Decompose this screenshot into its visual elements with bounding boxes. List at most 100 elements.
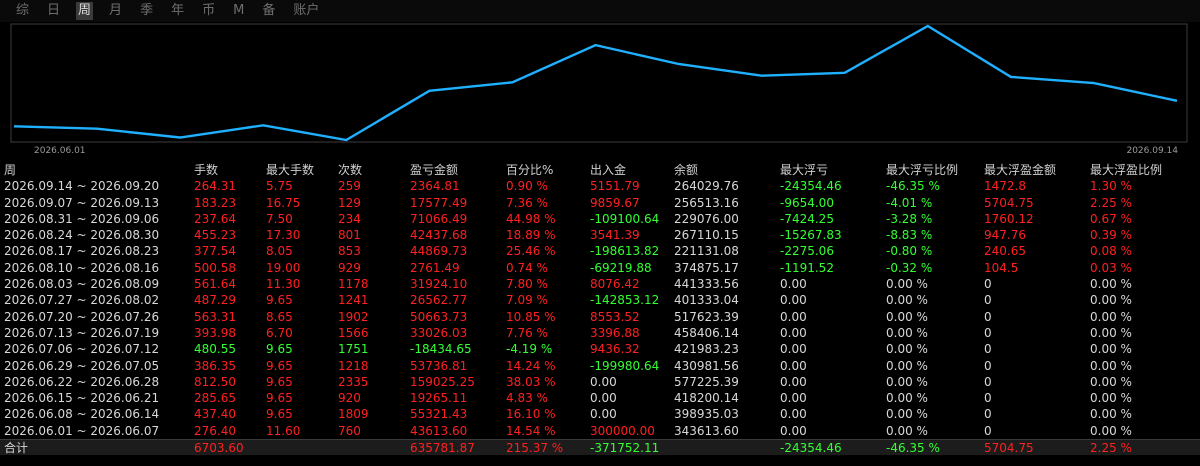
table-row-cell: 0.00 (780, 423, 807, 438)
table-total-row-cell: 635781.87 (410, 441, 475, 456)
table-header-cell: 最大浮盈金额 (984, 163, 1057, 177)
table-row-cell: 0.00 % (1090, 309, 1132, 324)
table-row-cell: 343613.60 (674, 423, 739, 438)
table-row-cell: 2026.06.08 ~ 2026.06.14 (4, 407, 160, 422)
table-row-cell: 1218 (338, 358, 369, 373)
table-row-cell: 418200.14 (674, 391, 739, 406)
table-row-cell: 480.55 (194, 342, 236, 357)
table-row-cell: 0.00 (780, 325, 807, 340)
table-row-cell: 929 (338, 260, 361, 275)
table-row-cell: 0.00 % (886, 423, 928, 438)
table-row-cell: 9.65 (266, 391, 293, 406)
table-total-row-cell: 6703.60 (194, 441, 244, 456)
table-row-cell: 0.00 % (1090, 325, 1132, 340)
table-row-cell: 0.00 % (886, 358, 928, 373)
table-row-cell: 7.76 % (506, 325, 548, 340)
table-row-cell: -4.01 % (886, 195, 933, 210)
table-row-cell: -198613.82 (590, 244, 660, 259)
table-row-cell: 71066.49 (410, 211, 468, 226)
table-row-cell: 8553.52 (590, 309, 640, 324)
table-row-cell: 2026.07.13 ~ 2026.07.19 (4, 325, 160, 340)
bottom-strip (0, 462, 1200, 466)
table-row-cell: 33026.03 (410, 325, 468, 340)
table-row-cell: 5.75 (266, 179, 293, 194)
table-header: 周 手数 最大手数 次数 盈亏金额 百分比% 出入金 余额 最大浮亏 最大浮亏比例 最大浮盈金额 最大… (0, 162, 1200, 178)
table-row: 2026.07.13 ~ 2026.07.19 393.98 6.70 1566 330… (0, 325, 1200, 341)
table-header-cell: 最大浮亏 (780, 163, 829, 177)
table-row-cell: 2026.08.31 ~ 2026.09.06 (4, 211, 160, 226)
tab-7[interactable]: M (231, 2, 246, 20)
table-row-cell: 6.70 (266, 325, 293, 340)
table-row-cell: 0.00 % (1090, 407, 1132, 422)
table-row-cell: 5704.75 (984, 195, 1034, 210)
table-row-cell: -0.32 % (886, 260, 933, 275)
table-row-cell: -109100.64 (590, 211, 660, 226)
table-row-cell: 2026.07.06 ~ 2026.07.12 (4, 342, 160, 357)
tab-1[interactable]: 日 (45, 2, 62, 20)
table-row-cell: 2026.06.01 ~ 2026.06.07 (4, 423, 160, 438)
table-row-cell: 42437.68 (410, 228, 468, 243)
table-row-cell: 430981.56 (674, 358, 739, 373)
tab-4[interactable]: 季 (138, 2, 155, 20)
table-row-cell: 19265.11 (410, 391, 468, 406)
table-row-cell: 421983.23 (674, 342, 739, 357)
table-header-cell: 出入金 (590, 163, 627, 177)
period-tab-bar: 综日周月季年币 M 备账户 (0, 0, 1200, 22)
table-row-cell: 853 (338, 244, 361, 259)
table-row-cell: -15267.83 (780, 228, 842, 243)
table-total-row-cell: 215.37 % (506, 441, 564, 456)
table-total-row-cell: 合计 (4, 441, 29, 456)
table-row-cell: 9.65 (266, 407, 293, 422)
balance-series-line (13, 24, 1178, 142)
table-row-cell: 53736.81 (410, 358, 468, 373)
table-row-cell: 2335 (338, 374, 369, 389)
table-row-cell: 55321.43 (410, 407, 468, 422)
table-row-cell: 801 (338, 228, 361, 243)
table-row-cell: 16.75 (266, 195, 301, 210)
table-row-cell: -8.83 % (886, 228, 933, 243)
table-row: 2026.07.20 ~ 2026.07.26 563.31 8.65 1902 506… (0, 309, 1200, 325)
table-row-cell: 2761.49 (410, 260, 460, 275)
table-row-cell: -199980.64 (590, 358, 660, 373)
chart-frame (10, 23, 1188, 143)
table-row-cell: 129 (338, 195, 361, 210)
table-row-cell: 0.00 % (886, 407, 928, 422)
table-row-cell: 0.90 % (506, 179, 548, 194)
table-row-cell: 812.50 (194, 374, 236, 389)
tab-5[interactable]: 年 (169, 2, 186, 20)
balance-chart: 2026.06.01 2026.09.14 (0, 22, 1200, 156)
table-row-cell: -2275.06 (780, 244, 834, 259)
tab-6[interactable]: 币 (200, 2, 217, 20)
table-row: 2026.07.06 ~ 2026.07.12 480.55 9.65 1751 -18… (0, 341, 1200, 357)
tab-0[interactable]: 综 (14, 2, 31, 20)
table-row-cell: 38.03 % (506, 374, 556, 389)
table-row-cell: 26562.77 (410, 293, 468, 308)
table-row-cell: 8.65 (266, 309, 293, 324)
table-row-cell: 9436.32 (590, 342, 640, 357)
tab-2[interactable]: 周 (76, 2, 94, 20)
weekly-stats-table: 周 手数 最大手数 次数 盈亏金额 百分比% 出入金 余额 最大浮亏 最大浮亏比例 最大浮盈金额 最大… (0, 162, 1200, 456)
table-row-cell: 43613.60 (410, 423, 468, 438)
table-row-cell: 1902 (338, 309, 369, 324)
table-row-cell: -142853.12 (590, 293, 660, 308)
table-row-cell: 0.00 % (886, 325, 928, 340)
table-total-row-cell: -46.35 % (886, 441, 940, 456)
tab-9[interactable]: 账户 (291, 2, 321, 20)
table-row-cell: 0.00 (590, 407, 617, 422)
table-row-cell: 0 (984, 277, 992, 292)
table-row: 2026.08.10 ~ 2026.08.16 500.58 19.00 929 276… (0, 260, 1200, 276)
tab-3[interactable]: 月 (107, 2, 124, 20)
table-header-cell: 次数 (338, 163, 363, 177)
table-row-cell: 441333.56 (674, 277, 739, 292)
table-row-cell: 0.39 % (1090, 228, 1132, 243)
table-row-cell: 0.00 % (1090, 423, 1132, 438)
table-row-cell: 183.23 (194, 195, 236, 210)
table-row-cell: 0 (984, 391, 992, 406)
table-row-cell: 0 (984, 293, 992, 308)
table-row-cell: 517623.39 (674, 309, 739, 324)
tab-8[interactable]: 备 (260, 2, 277, 20)
x-tick-label-end: 2026.09.14 (1126, 146, 1178, 156)
table-total-row-cell: 2.25 % (1090, 441, 1132, 456)
table-row-cell: 276.40 (194, 423, 236, 438)
table-row: 2026.09.07 ~ 2026.09.13 183.23 16.75 129 175… (0, 195, 1200, 211)
